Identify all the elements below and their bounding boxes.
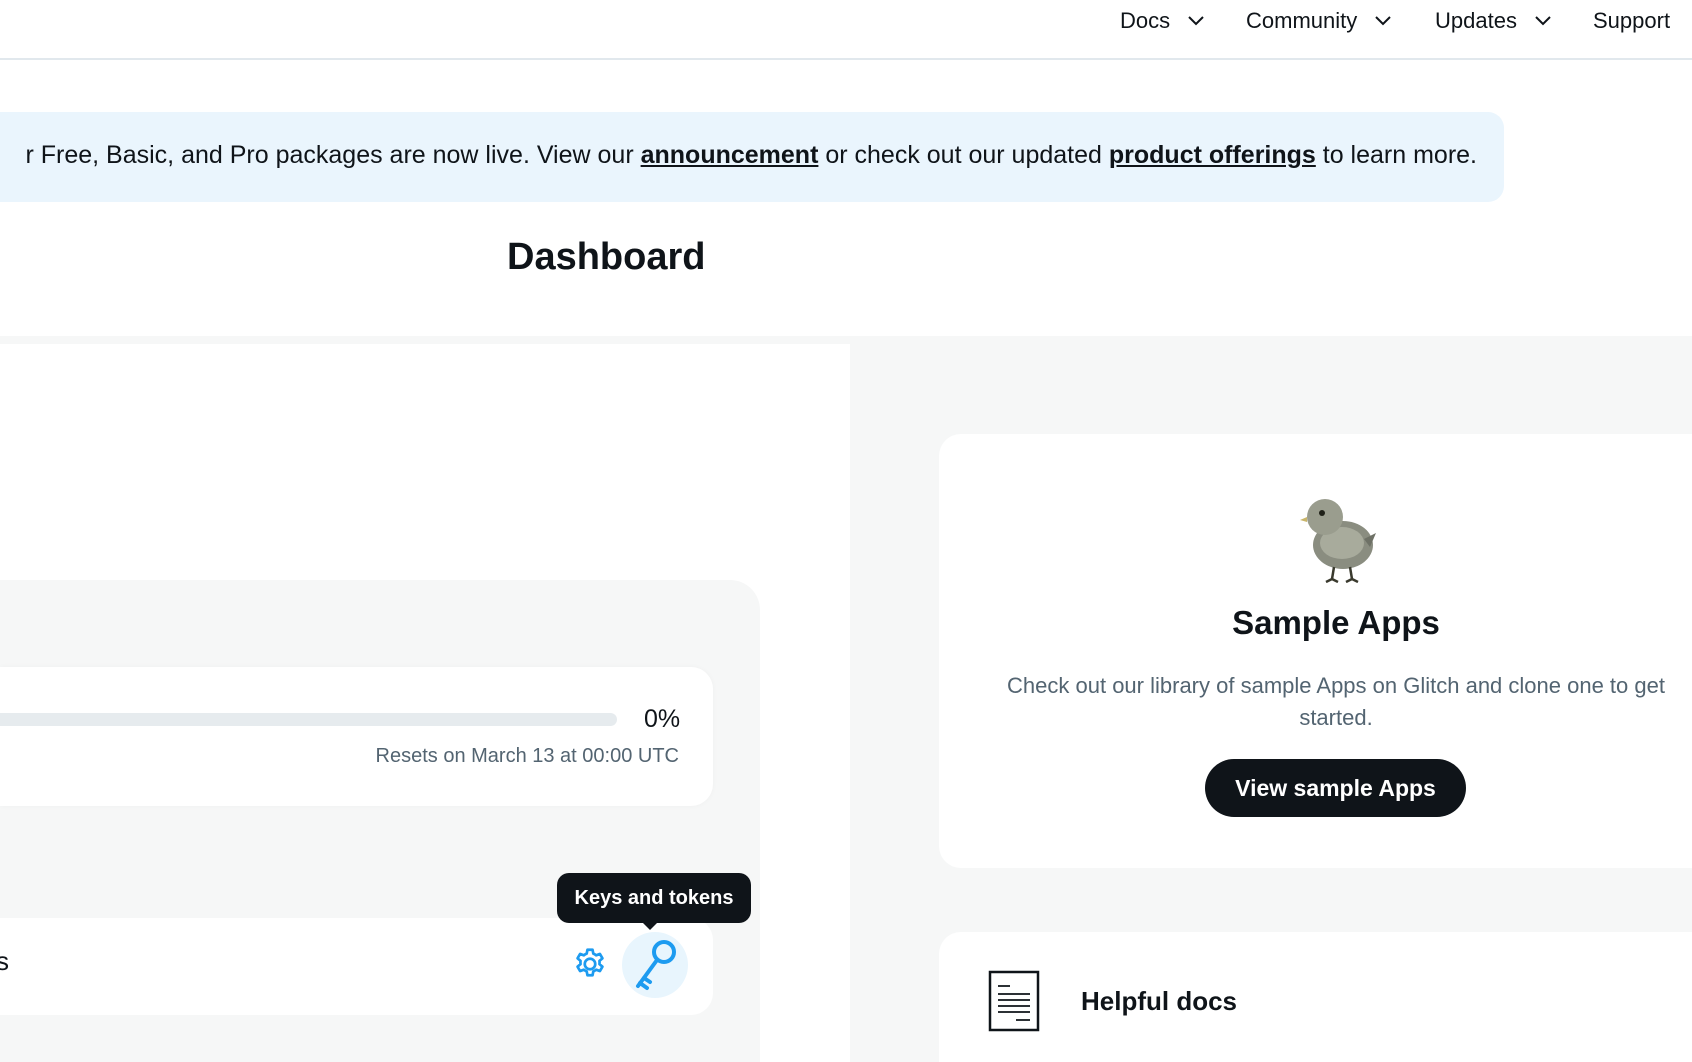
top-nav: Docs Community Updates Support <box>0 0 1692 60</box>
chevron-down-icon <box>1188 16 1204 26</box>
document-icon <box>988 970 1040 1032</box>
key-icon <box>636 940 676 990</box>
keys-tooltip: Keys and tokens <box>557 873 751 923</box>
usage-percent: 0% <box>644 705 681 733</box>
announcement-banner: r Free, Basic, and Pro packages are now … <box>0 112 1504 202</box>
nav-support-label: Support <box>1593 8 1671 33</box>
usage-progress-bar <box>0 713 617 726</box>
nav-community[interactable]: Community <box>1246 6 1391 36</box>
sample-apps-title: Sample Apps <box>1232 604 1440 641</box>
tooltip-arrow <box>641 921 659 930</box>
nav-docs[interactable]: Docs <box>1120 6 1204 36</box>
nav-updates-label: Updates <box>1435 8 1517 33</box>
banner-text: r Free, Basic, and Pro packages are now … <box>25 141 1477 170</box>
chevron-down-icon <box>1535 16 1551 26</box>
chick-illustration <box>1300 499 1376 583</box>
helpful-docs-card <box>939 932 1692 1062</box>
nav-community-label: Community <box>1246 8 1358 33</box>
app-row-name: s <box>0 946 9 976</box>
announcement-link[interactable]: announcement <box>641 141 819 169</box>
gear-icon <box>576 948 604 977</box>
app-settings-button[interactable] <box>568 942 612 986</box>
banner-text-before: r Free, Basic, and Pro packages are now … <box>25 141 641 169</box>
product-offerings-link[interactable]: product offerings <box>1109 141 1316 169</box>
banner-text-middle: or check out our updated <box>818 141 1109 169</box>
nav-docs-label: Docs <box>1120 8 1171 33</box>
chevron-down-icon <box>1375 16 1391 26</box>
sample-apps-description: Check out our library of sample Apps on … <box>1007 673 1665 730</box>
usage-card <box>0 667 713 806</box>
nav-updates[interactable]: Updates <box>1435 6 1551 36</box>
usage-reset-text: Resets on March 13 at 00:00 UTC <box>375 745 679 767</box>
view-sample-apps-button[interactable]: View sample Apps <box>1205 759 1466 817</box>
nav-support[interactable]: Support <box>1593 6 1670 36</box>
page-title: Dashboard <box>507 236 706 278</box>
banner-text-after: to learn more. <box>1315 141 1477 169</box>
helpful-docs-title: Helpful docs <box>1081 986 1238 1016</box>
keys-and-tokens-button[interactable] <box>622 932 688 998</box>
